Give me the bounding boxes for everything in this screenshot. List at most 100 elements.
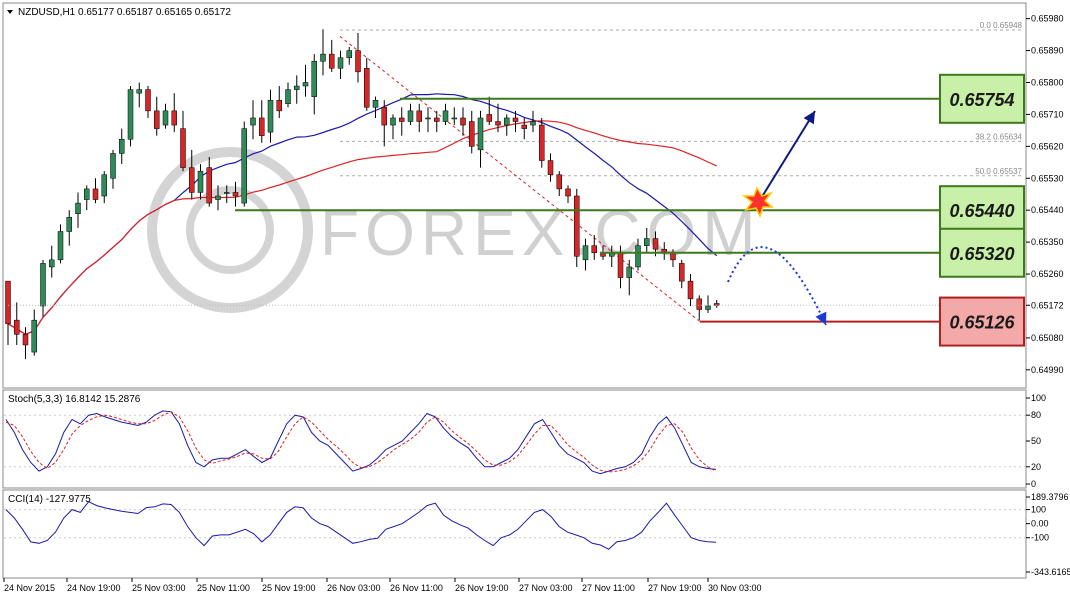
stoch-tick-label: 100 bbox=[1031, 393, 1046, 403]
candle-body bbox=[451, 117, 457, 120]
time-tick-label: 24 Nov 2015 bbox=[4, 583, 55, 593]
candle-body bbox=[302, 82, 309, 87]
candle-body bbox=[75, 202, 81, 214]
candle-body bbox=[22, 334, 29, 346]
candle-body bbox=[320, 53, 326, 62]
candle-body bbox=[644, 238, 650, 246]
candle-body bbox=[136, 89, 142, 94]
price-tick-label: 0.65980 bbox=[1031, 14, 1064, 24]
candle-body bbox=[556, 174, 562, 190]
candle-body bbox=[154, 110, 160, 129]
time-tick-label: 24 Nov 19:00 bbox=[67, 583, 121, 593]
stoch-tick-label: 80 bbox=[1031, 410, 1041, 420]
time-tick-label: 27 Nov 11:00 bbox=[582, 583, 635, 593]
candle-body bbox=[434, 117, 440, 122]
fib-level-label: 0.0 0.65948 bbox=[980, 21, 1023, 30]
candle-body bbox=[381, 107, 387, 126]
candle-body bbox=[171, 110, 177, 126]
key-level-label: 0.65126 bbox=[949, 313, 1015, 333]
candle-body bbox=[329, 53, 335, 69]
candle-body bbox=[390, 117, 396, 126]
candle-body bbox=[346, 50, 352, 58]
candle-body bbox=[670, 252, 676, 261]
candle-body bbox=[241, 128, 247, 204]
price-tick-label: 0.65620 bbox=[1031, 141, 1064, 151]
candle-body bbox=[635, 245, 641, 268]
cci-tick-label: 100 bbox=[1031, 505, 1046, 515]
candle-body bbox=[92, 188, 99, 200]
candle-body bbox=[180, 128, 186, 168]
candle-body bbox=[224, 192, 230, 194]
candle-body bbox=[49, 259, 55, 268]
candle-body bbox=[547, 160, 554, 175]
candle-body bbox=[574, 195, 580, 257]
candle-body bbox=[512, 117, 519, 122]
time-tick-label: 30 Nov 03:00 bbox=[708, 583, 762, 593]
candle-body bbox=[197, 170, 204, 193]
candle-body bbox=[565, 188, 571, 197]
candle-body bbox=[267, 99, 274, 133]
price-tick-label: 0.65260 bbox=[1031, 269, 1064, 279]
cci-tick-label: -343.6165 bbox=[1031, 567, 1070, 577]
candle-body bbox=[582, 245, 589, 261]
cci-tick-label: -100 bbox=[1031, 533, 1049, 543]
time-tick-label: 25 Nov 11:00 bbox=[197, 583, 250, 593]
watermark-text: FOREX.COM bbox=[320, 197, 762, 269]
candle-body bbox=[521, 124, 527, 129]
time-tick-label: 26 Nov 03:00 bbox=[327, 583, 381, 593]
candle-body bbox=[66, 217, 72, 232]
candle-body bbox=[57, 231, 64, 261]
time-tick-label: 25 Nov 19:00 bbox=[262, 583, 316, 593]
cci-panel-frame bbox=[2, 489, 1027, 579]
candle-body bbox=[311, 60, 317, 97]
time-tick-label: 27 Nov 03:00 bbox=[519, 583, 573, 593]
candle-body bbox=[626, 266, 632, 278]
chart-root: FOREX.COM 0.0 0.65948 38.2 0.65634 50.0 0.… bbox=[0, 0, 1070, 598]
stoch-tick-label: 0 bbox=[1031, 479, 1036, 489]
candle-body bbox=[294, 85, 300, 90]
time-tick-label: 25 Nov 03:00 bbox=[132, 583, 186, 593]
candle-body bbox=[652, 238, 659, 250]
candle-body bbox=[425, 117, 431, 120]
cci-tick-label: 189.3796 bbox=[1031, 492, 1069, 502]
key-level-label: 0.65440 bbox=[949, 201, 1014, 221]
candle-body bbox=[206, 167, 212, 204]
candle-body bbox=[372, 99, 379, 108]
candle-body bbox=[696, 298, 702, 310]
key-level-label: 0.65320 bbox=[949, 244, 1014, 264]
candle-body bbox=[399, 117, 405, 122]
candle-body bbox=[355, 50, 361, 73]
price-tick-label: 0.65440 bbox=[1031, 205, 1064, 215]
candle-body bbox=[407, 110, 414, 122]
candle-body bbox=[469, 121, 475, 147]
cci-tick-label: 0.00 bbox=[1031, 519, 1049, 529]
time-tick-label: 27 Nov 19:00 bbox=[648, 583, 702, 593]
price-tick-label: 0.65172 bbox=[1031, 300, 1064, 310]
price-tick-label: 0.65800 bbox=[1031, 77, 1064, 87]
price-tick-label: 0.65530 bbox=[1031, 173, 1064, 183]
price-tick-label: 0.65710 bbox=[1031, 109, 1064, 119]
chart-svg: FOREX.COM 0.0 0.65948 38.2 0.65634 50.0 0.… bbox=[2, 2, 1070, 593]
fib-level-label: 38.2 0.65634 bbox=[975, 132, 1022, 141]
price-tick-label: 0.65890 bbox=[1031, 46, 1064, 56]
candle-body bbox=[285, 89, 291, 105]
stoch-panel-frame bbox=[2, 389, 1027, 489]
candle-body bbox=[486, 114, 492, 122]
candle-body bbox=[84, 188, 90, 200]
candle-body bbox=[705, 305, 711, 310]
candle-body bbox=[5, 280, 11, 324]
candle-body bbox=[127, 89, 134, 140]
symbol-label: NZDUSD,H1 0.65177 0.65187 0.65165 0.6517… bbox=[18, 7, 231, 18]
time-axis: 24 Nov 2015 24 Nov 19:00 25 Nov 03:00 25 No… bbox=[3, 578, 762, 593]
candle-body bbox=[416, 110, 422, 122]
price-tick-label: 0.65350 bbox=[1031, 237, 1064, 247]
fib-level-label: 50.0 0.65537 bbox=[975, 167, 1022, 176]
stoch-tick-label: 50 bbox=[1031, 436, 1041, 446]
candle-body bbox=[504, 117, 510, 126]
candle-body bbox=[250, 117, 256, 126]
candle-body bbox=[162, 110, 169, 126]
key-level-label: 0.65754 bbox=[949, 90, 1014, 110]
candle-body bbox=[442, 110, 449, 122]
candle-body bbox=[530, 121, 536, 126]
candle-body bbox=[276, 99, 282, 112]
